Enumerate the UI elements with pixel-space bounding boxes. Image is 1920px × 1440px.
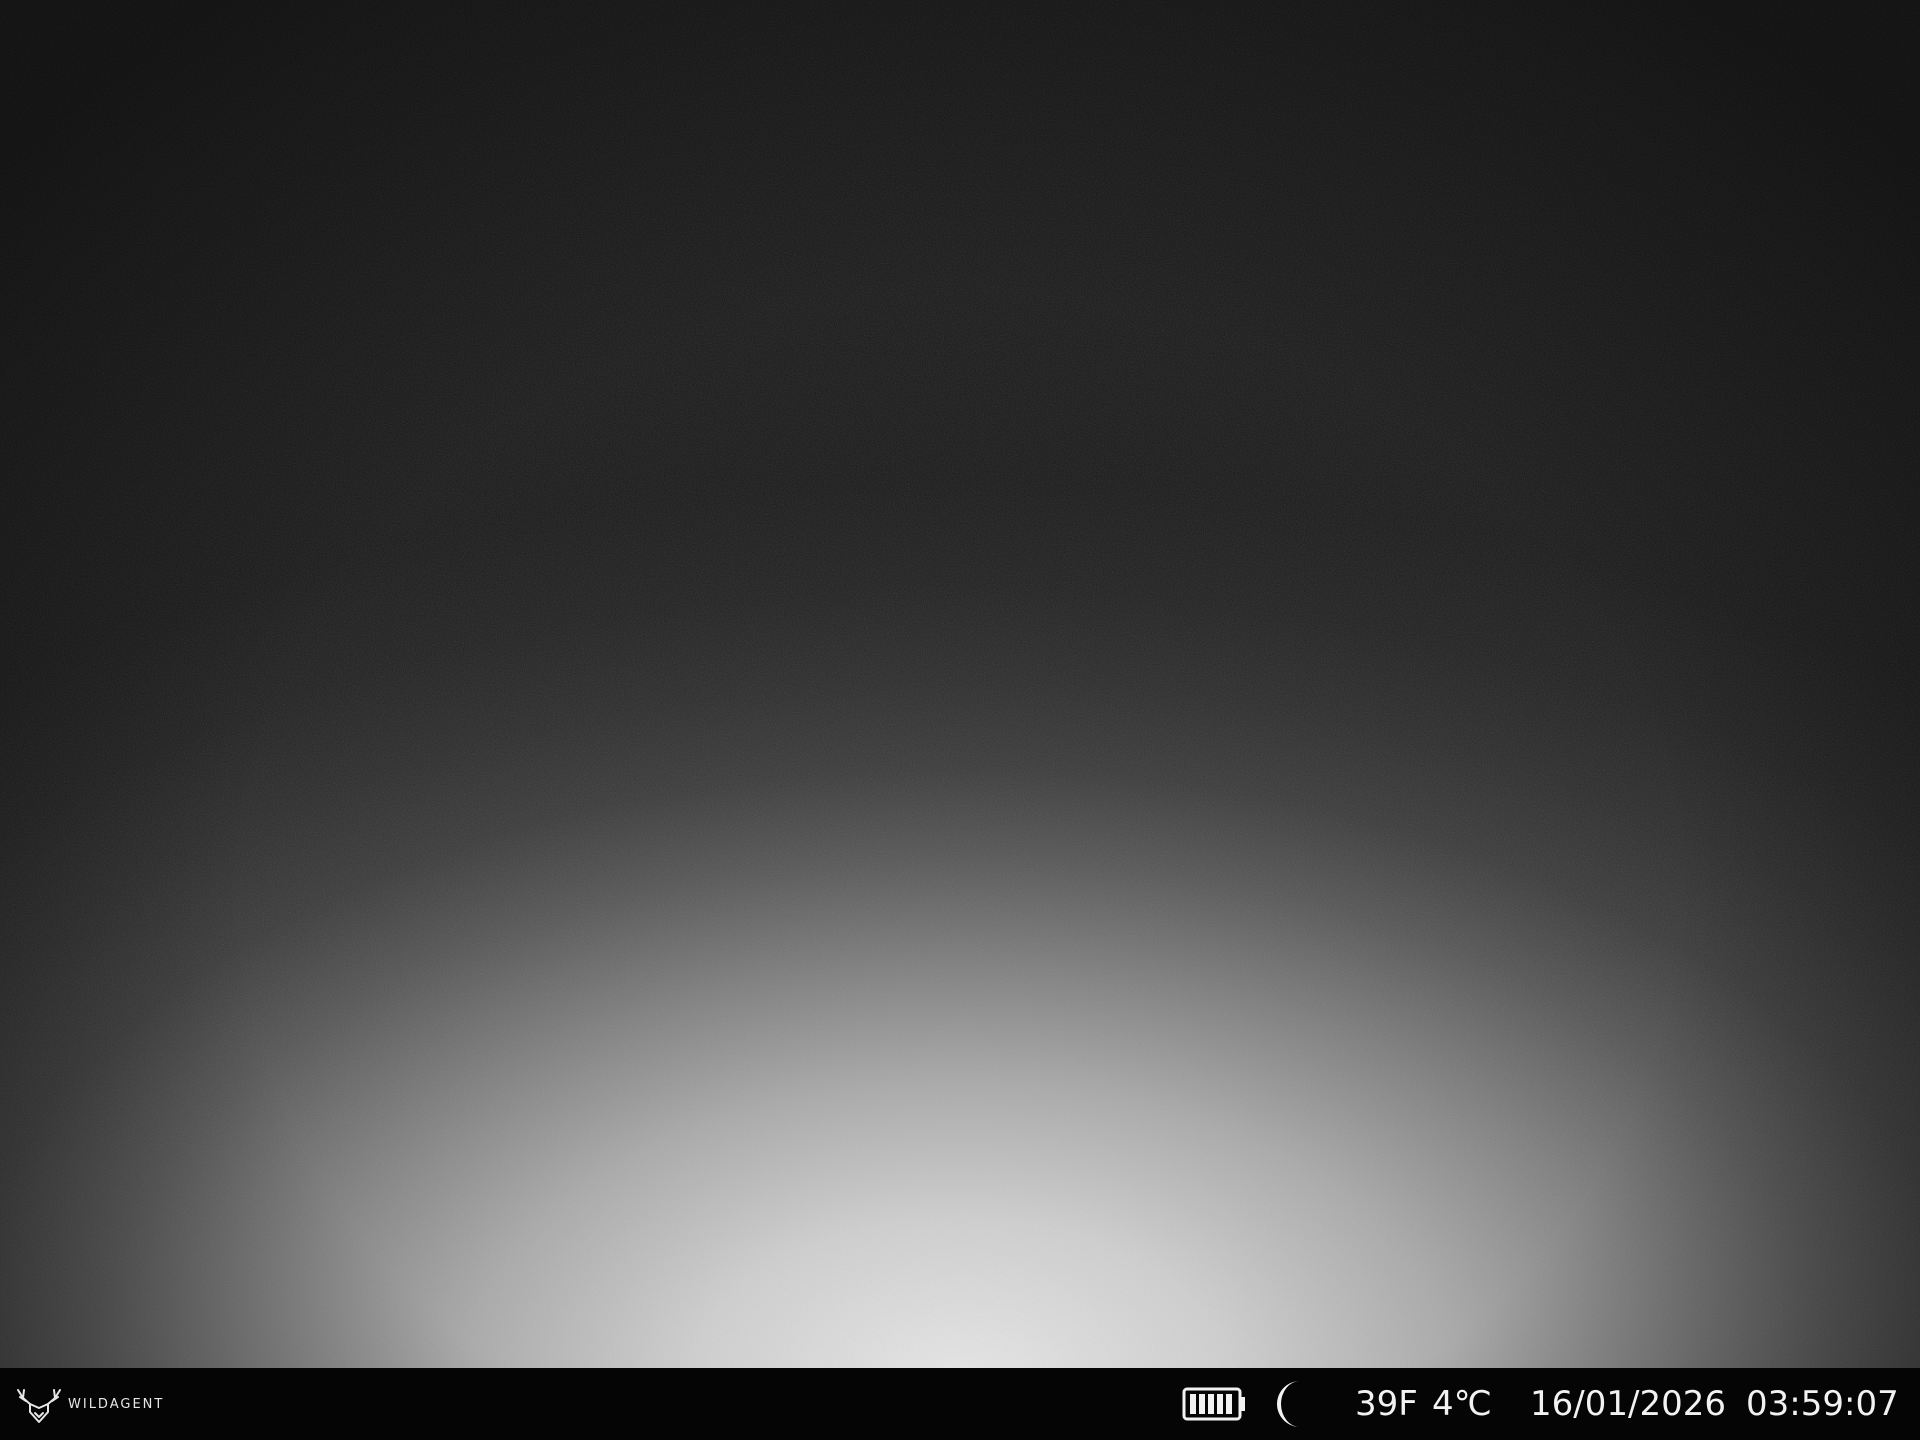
- battery-full-icon: [1182, 1387, 1245, 1421]
- trail-camera-frame: WILDAGENT 39F 4℃ 16/01/2026 03:59:07: [0, 0, 1920, 1440]
- deer-antler-logo-icon: [17, 1389, 61, 1423]
- battery-indicator: [1182, 1380, 1248, 1428]
- moon-night-icon: [1277, 1381, 1300, 1427]
- temperature-fahrenheit: 39F: [1355, 1384, 1418, 1424]
- night-mode-indicator: [1274, 1380, 1310, 1428]
- lens-vignette: [0, 0, 1920, 1368]
- brand-logo: WILDAGENT: [14, 1384, 164, 1424]
- camera-info-bar: WILDAGENT 39F 4℃ 16/01/2026 03:59:07: [0, 1368, 1920, 1440]
- temperature-celsius: 4℃: [1432, 1384, 1492, 1424]
- brand-name: WILDAGENT: [68, 1396, 165, 1412]
- night-infrared-scene: [0, 0, 1920, 1368]
- capture-time: 03:59:07: [1746, 1384, 1899, 1424]
- capture-date: 16/01/2026: [1530, 1384, 1726, 1424]
